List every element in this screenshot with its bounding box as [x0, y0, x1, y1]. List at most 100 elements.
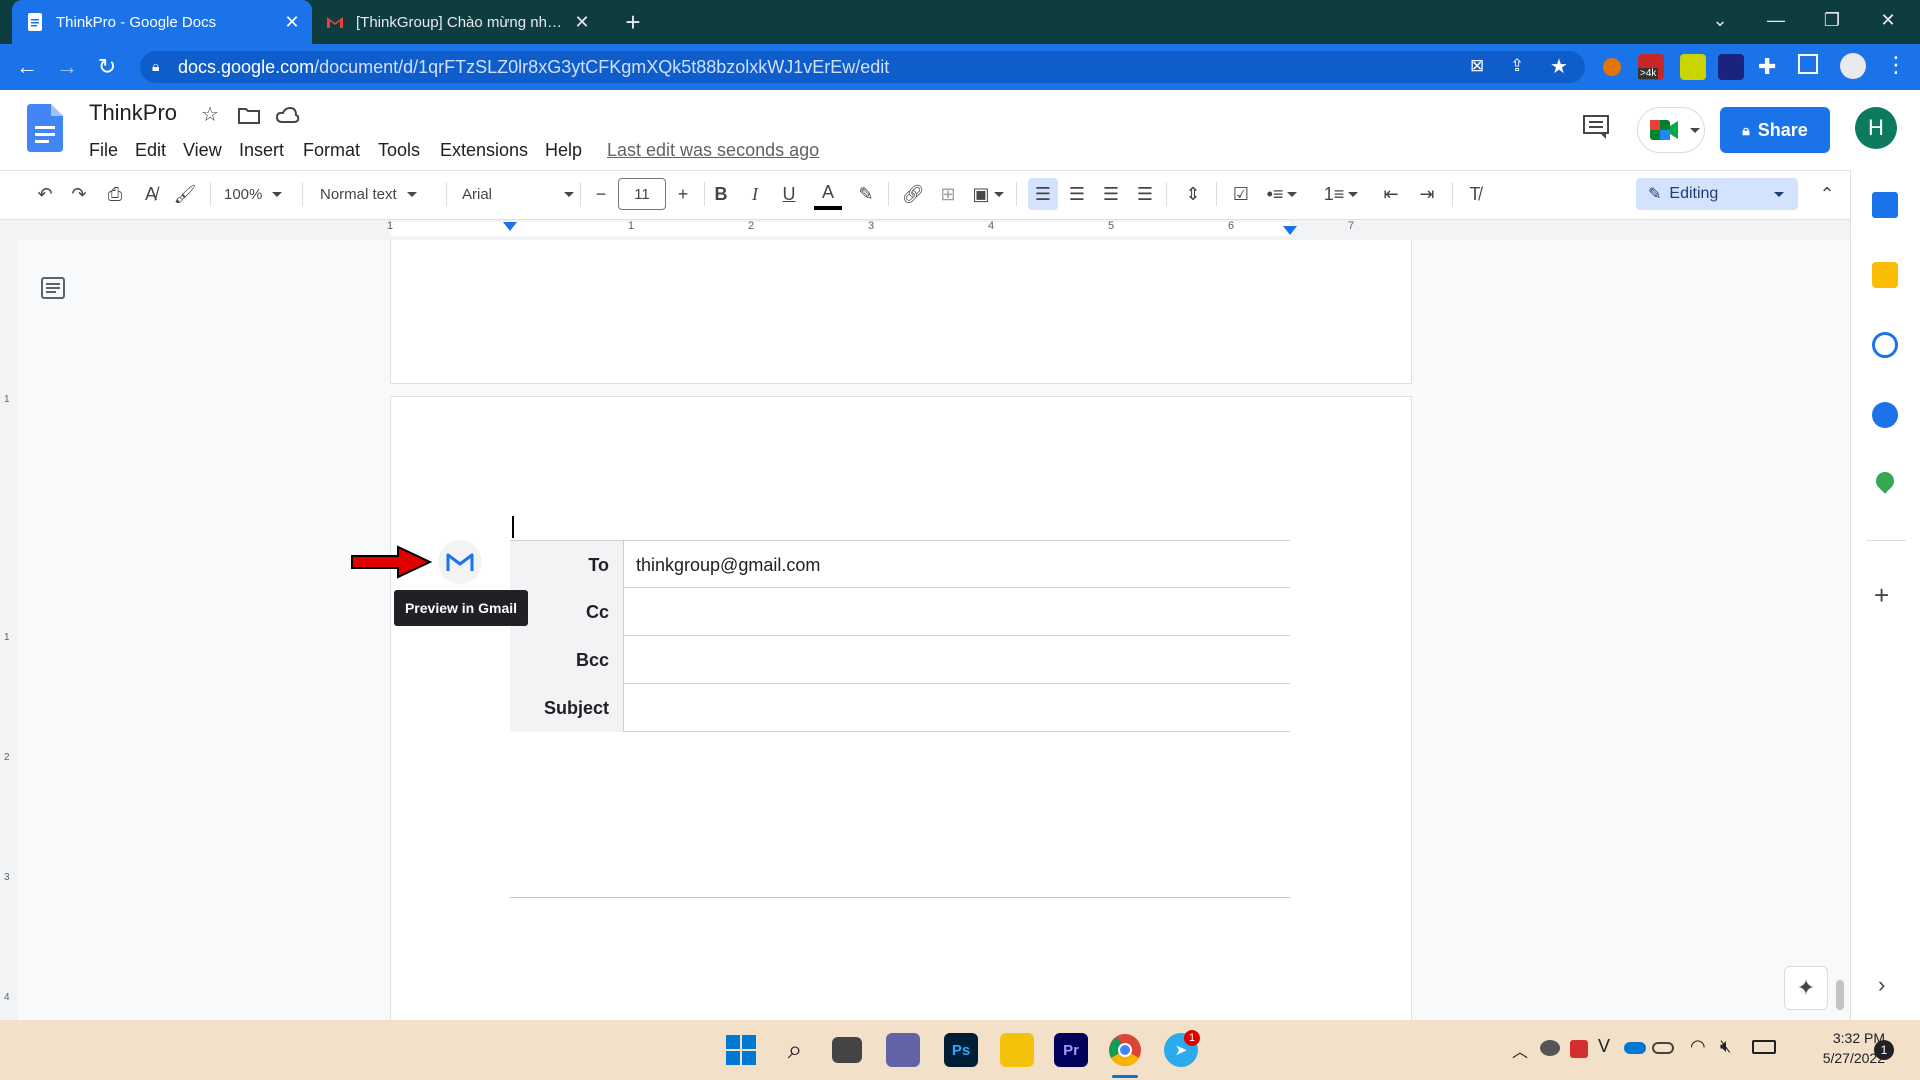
- underline-icon[interactable]: U: [776, 178, 802, 210]
- meet-button[interactable]: [1637, 107, 1705, 153]
- clear-formatting-icon[interactable]: T̸: [1460, 178, 1490, 210]
- minimize-button[interactable]: —: [1748, 0, 1804, 40]
- close-tab-icon[interactable]: ✕: [570, 10, 594, 34]
- print-icon[interactable]: ⎙: [100, 178, 130, 210]
- italic-icon[interactable]: I: [742, 178, 768, 210]
- contacts-icon[interactable]: [1872, 402, 1898, 428]
- share-button[interactable]: 🔒︎ Share: [1720, 107, 1830, 153]
- menu-help[interactable]: Help: [545, 140, 582, 161]
- increase-indent-icon[interactable]: ⇥: [1412, 178, 1442, 210]
- tray-v-icon[interactable]: V: [1598, 1036, 1610, 1057]
- undo-icon[interactable]: ↶: [30, 178, 60, 210]
- forward-arrow-icon[interactable]: →: [52, 52, 82, 82]
- side-panel-icon[interactable]: [1798, 54, 1818, 74]
- numbered-list-icon[interactable]: 1≡: [1318, 178, 1364, 210]
- spellcheck-icon[interactable]: A̸: [136, 178, 166, 210]
- decrease-indent-icon[interactable]: ⇤: [1376, 178, 1406, 210]
- comment-history-icon[interactable]: [1582, 114, 1610, 140]
- hide-menus-chevron-up-icon[interactable]: ⌃: [1812, 178, 1842, 210]
- email-draft-row-bcc[interactable]: Bcc: [510, 636, 1290, 684]
- insert-link-icon[interactable]: 🔗︎: [898, 178, 928, 210]
- right-indent-marker-icon[interactable]: [1283, 226, 1297, 235]
- bookmark-star-icon[interactable]: ★: [1550, 54, 1568, 79]
- close-window-button[interactable]: ✕: [1860, 0, 1916, 40]
- paragraph-style-select[interactable]: Normal text: [320, 178, 440, 210]
- photoshop-icon[interactable]: Ps: [944, 1033, 978, 1067]
- chrome-menu-icon[interactable]: ⋮: [1885, 52, 1907, 78]
- add-comment-icon[interactable]: ⊞: [934, 178, 962, 210]
- email-draft-row-subject[interactable]: Subject: [510, 684, 1290, 732]
- new-tab-button[interactable]: +: [618, 8, 648, 38]
- file-explorer-icon[interactable]: [1000, 1033, 1034, 1067]
- chrome-icon[interactable]: [1108, 1033, 1142, 1067]
- document-outline-icon[interactable]: [40, 275, 66, 301]
- tab-thinkpro-docs[interactable]: ThinkPro - Google Docs ✕: [12, 0, 312, 44]
- line-spacing-icon[interactable]: ⇕: [1178, 178, 1208, 210]
- close-tab-icon[interactable]: ✕: [280, 10, 304, 34]
- star-icon[interactable]: ☆: [201, 102, 219, 127]
- scrollbar-thumb[interactable]: [1836, 980, 1844, 1010]
- profile-avatar-icon[interactable]: [1840, 53, 1866, 79]
- editing-mode-select[interactable]: ✎ Editing: [1636, 178, 1798, 210]
- account-avatar[interactable]: H: [1855, 107, 1897, 149]
- justify-icon[interactable]: ☰: [1130, 178, 1160, 210]
- reload-icon[interactable]: ↻: [92, 52, 122, 82]
- search-icon[interactable]: ⌕: [778, 1033, 812, 1067]
- google-docs-logo-icon[interactable]: [27, 104, 63, 152]
- font-size-input[interactable]: 11: [618, 178, 666, 210]
- tasks-icon[interactable]: [1872, 332, 1898, 358]
- extension-green-icon[interactable]: [1680, 54, 1706, 80]
- menu-file[interactable]: File: [89, 140, 118, 161]
- url-text[interactable]: docs.google.com/document/d/1qrFTzSLZ0lr8…: [178, 51, 889, 83]
- clock-date[interactable]: 5/27/2022: [1795, 1050, 1885, 1066]
- keep-icon[interactable]: [1872, 262, 1898, 288]
- back-arrow-icon[interactable]: ←: [12, 52, 42, 82]
- show-side-panel-chevron-icon[interactable]: ›: [1878, 972, 1885, 998]
- increase-font-size-button[interactable]: +: [670, 178, 696, 210]
- onedrive-personal-icon[interactable]: [1652, 1042, 1674, 1054]
- decrease-font-size-button[interactable]: −: [588, 178, 614, 210]
- document-page-previous[interactable]: [390, 240, 1412, 384]
- onedrive-icon[interactable]: [1624, 1042, 1646, 1054]
- tab-search-chevron-icon[interactable]: ⌄: [1692, 0, 1748, 40]
- font-family-select[interactable]: Arial: [462, 178, 574, 210]
- battery-icon[interactable]: [1752, 1040, 1776, 1054]
- email-draft-row-cc[interactable]: Cc: [510, 588, 1290, 636]
- volume-muted-icon[interactable]: 🔇︎: [1720, 1036, 1731, 1057]
- paint-format-icon[interactable]: 🖌︎: [170, 178, 200, 210]
- to-field[interactable]: thinkgroup@gmail.com: [636, 541, 820, 589]
- get-addons-plus-icon[interactable]: +: [1874, 580, 1889, 611]
- menu-view[interactable]: View: [183, 140, 222, 161]
- checklist-icon[interactable]: ☑: [1226, 178, 1256, 210]
- menu-edit[interactable]: Edit: [135, 140, 166, 161]
- zoom-select[interactable]: 100%: [224, 178, 294, 210]
- restore-button[interactable]: ❐: [1804, 0, 1860, 40]
- menu-extensions[interactable]: Extensions: [440, 140, 528, 161]
- move-folder-icon[interactable]: [238, 106, 260, 124]
- premiere-icon[interactable]: Pr: [1054, 1033, 1088, 1067]
- bulleted-list-icon[interactable]: •≡: [1262, 178, 1302, 210]
- align-left-icon[interactable]: ☰: [1028, 178, 1058, 210]
- tray-antivirus-icon[interactable]: [1570, 1040, 1588, 1058]
- redo-icon[interactable]: ↷: [64, 178, 94, 210]
- menu-format[interactable]: Format: [303, 140, 360, 161]
- extension-j-icon[interactable]: [1718, 54, 1744, 80]
- clock-time[interactable]: 3:32 PM: [1805, 1030, 1885, 1046]
- bold-icon[interactable]: B: [708, 178, 734, 210]
- notification-badge[interactable]: 1: [1874, 1040, 1894, 1060]
- share-page-icon[interactable]: ⇪: [1510, 56, 1524, 76]
- text-color-icon[interactable]: A: [814, 178, 842, 210]
- left-indent-marker-icon[interactable]: [503, 222, 517, 231]
- vertical-ruler[interactable]: [0, 240, 18, 1020]
- email-draft-row-to[interactable]: To thinkgroup@gmail.com: [510, 540, 1290, 589]
- align-right-icon[interactable]: ☰: [1096, 178, 1126, 210]
- last-edit-link[interactable]: Last edit was seconds ago: [607, 140, 819, 161]
- menu-insert[interactable]: Insert: [239, 140, 284, 161]
- extension-idm-icon[interactable]: >4k: [1638, 54, 1664, 80]
- extensions-puzzle-icon[interactable]: ✚: [1758, 54, 1776, 80]
- windows-start-icon[interactable]: [726, 1035, 756, 1065]
- align-center-icon[interactable]: ☰: [1062, 178, 1092, 210]
- address-bar[interactable]: 🔒︎ docs.google.com/document/d/1qrFTzSLZ0…: [140, 51, 1585, 83]
- tab-thinkgroup-gmail[interactable]: [ThinkGroup] Chào mừng nhân sự ✕: [312, 0, 602, 44]
- tray-app-icon[interactable]: [1540, 1040, 1560, 1056]
